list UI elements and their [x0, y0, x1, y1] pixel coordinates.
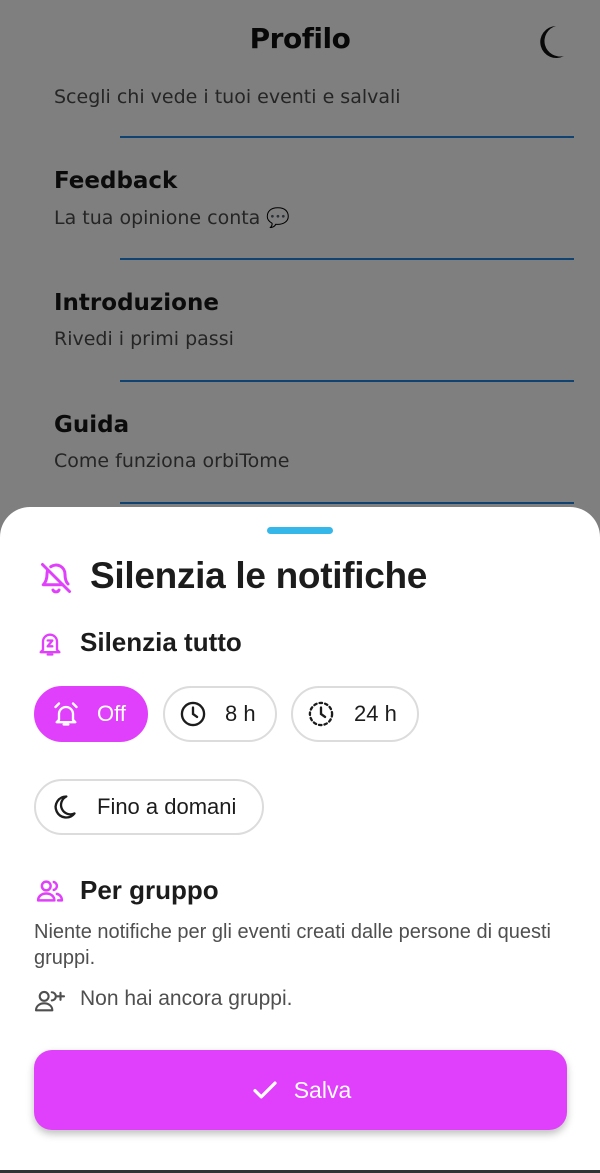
mute-all-title: Silenzia tutto [80, 627, 242, 657]
drag-handle[interactable] [267, 527, 333, 534]
bell-off-icon [41, 563, 71, 594]
chip-label: 24 h [354, 701, 397, 726]
alarm-off-icon [54, 702, 78, 726]
save-button[interactable]: Salva [34, 1050, 567, 1130]
by-group-description: Niente notifiche per gli eventi creati d… [34, 921, 551, 969]
chip-label: 8 h [225, 701, 256, 726]
chip-label: Off [97, 701, 126, 726]
clock-dashed-icon [308, 701, 334, 727]
clock-icon [180, 701, 206, 727]
save-button-label: Salva [293, 1076, 352, 1103]
group-icon [36, 880, 64, 902]
mute-option-24h[interactable]: 24 h [291, 686, 419, 742]
moon-icon [54, 795, 76, 819]
add-group-icon [34, 990, 66, 1012]
mute-notifications-sheet: Silenzia le notifiche Silenzia tutto Off… [0, 507, 600, 1173]
mute-option-off[interactable]: Off [34, 686, 148, 742]
mute-option-until-tomorrow[interactable]: Fino a domani [34, 779, 264, 835]
no-groups-text: Non hai ancora gruppi. [80, 987, 293, 1010]
chip-label: Fino a domani [97, 794, 237, 819]
sheet-title: Silenzia le notifiche [90, 555, 428, 596]
check-icon [253, 1081, 277, 1099]
screen: Profilo Scegli chi vede i tuoi eventi e … [0, 0, 600, 1173]
mute-option-8h[interactable]: 8 h [163, 686, 277, 742]
by-group-title: Per gruppo [80, 875, 219, 905]
bell-snooze-icon [39, 633, 61, 656]
